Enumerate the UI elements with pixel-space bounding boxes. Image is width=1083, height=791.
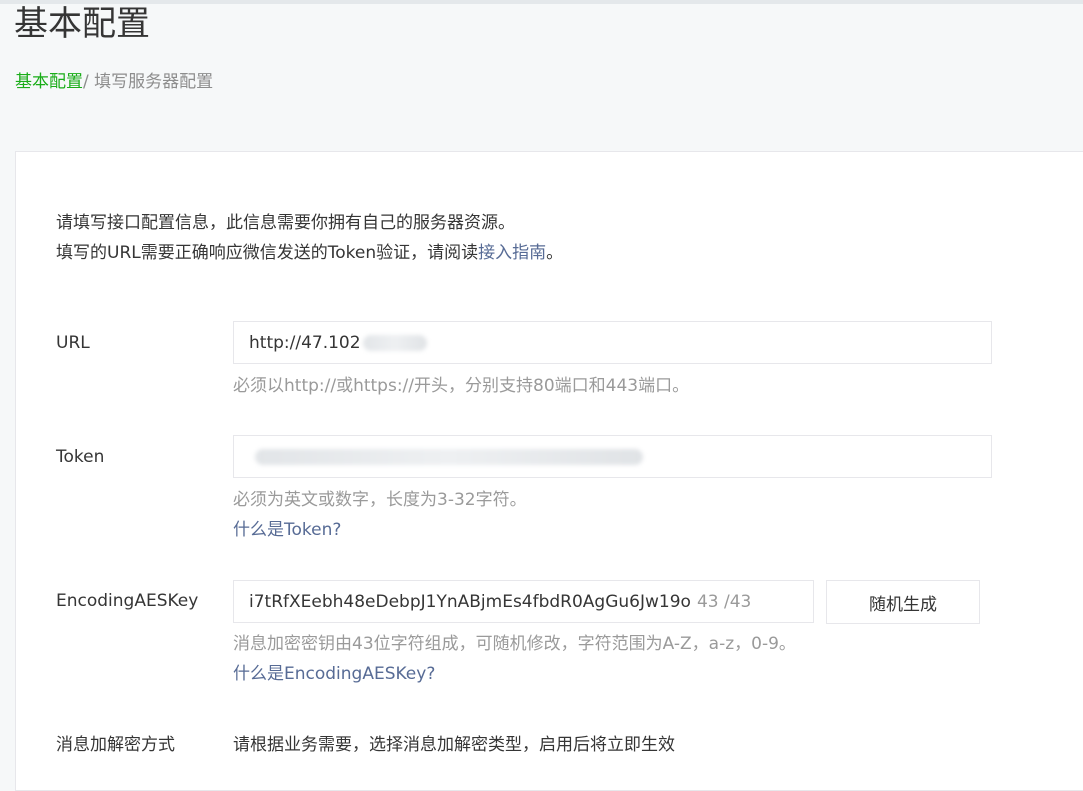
token-tip: 必须为英文或数字，长度为3-32字符。: [233, 490, 527, 510]
url-redacted-blur: [362, 334, 427, 351]
url-tip: 必须以http://或https://开头，分别支持80端口和443端口。: [233, 376, 690, 396]
intro-line-2-prefix: 填写的URL需要正确响应微信发送的Token验证，请阅读: [56, 243, 479, 263]
what-is-aes-key-link[interactable]: 什么是EncodingAESKey?: [233, 662, 435, 686]
encrypt-mode-description: 请根据业务需要，选择消息加解密类型，启用后将立即生效: [233, 735, 675, 755]
random-generate-button[interactable]: 随机生成: [826, 580, 980, 624]
aes-key-label: EncodingAESKey: [56, 591, 199, 611]
aes-key-input[interactable]: i7tRfXEebh48eDebpJ1YnABjmEs4fbdR0AgGu6Jw…: [233, 580, 814, 623]
breadcrumb: 基本配置/ 填写服务器配置: [15, 70, 213, 94]
intro-line-2: 填写的URL需要正确响应微信发送的Token验证，请阅读接入指南。: [56, 238, 563, 268]
aes-key-tip: 消息加密密钥由43位字符组成，可随机修改，字符范围为A-Z，a-z，0-9。: [233, 634, 796, 654]
url-input[interactable]: http://47.102: [233, 321, 992, 364]
encrypt-mode-label: 消息加解密方式: [56, 735, 175, 755]
token-redacted-blur: [255, 448, 643, 465]
url-input-value: http://47.102: [249, 332, 361, 353]
breadcrumb-current: 填写服务器配置: [94, 72, 214, 92]
aes-key-value: i7tRfXEebh48eDebpJ1YnABjmEs4fbdR0AgGu6Jw…: [249, 591, 691, 612]
intro-text: 请填写接口配置信息，此信息需要你拥有自己的服务器资源。 填写的URL需要正确响应…: [56, 208, 563, 268]
token-input[interactable]: [233, 435, 992, 478]
intro-line-1: 请填写接口配置信息，此信息需要你拥有自己的服务器资源。: [56, 213, 515, 233]
access-guide-link[interactable]: 接入指南: [478, 243, 546, 263]
aes-key-counter: 43 /43: [696, 591, 752, 612]
breadcrumb-root-link[interactable]: 基本配置: [15, 72, 83, 92]
what-is-token-link[interactable]: 什么是Token?: [233, 518, 341, 542]
page-title: 基本配置: [14, 4, 150, 44]
breadcrumb-separator: /: [83, 72, 95, 92]
url-label: URL: [56, 333, 90, 353]
token-label: Token: [56, 447, 105, 467]
intro-line-2-suffix: 。: [546, 243, 564, 263]
top-border: [0, 0, 1083, 4]
